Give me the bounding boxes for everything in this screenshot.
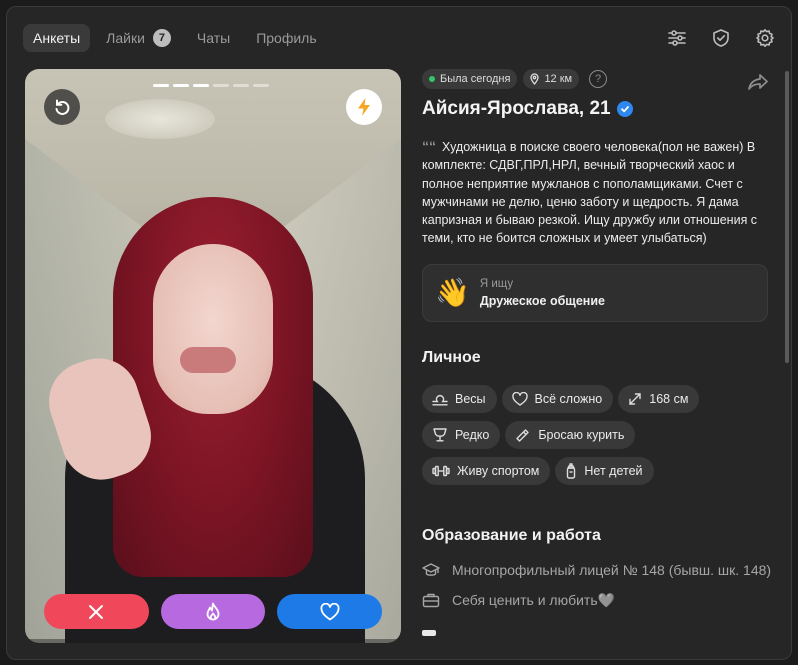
expand-arrows-icon	[629, 393, 641, 405]
next-section-title-partial	[422, 629, 436, 636]
last-seen-text: Была сегодня	[440, 73, 511, 85]
seeking-card: 👋 Я ищу Дружеское общение	[422, 263, 768, 322]
education-school: Многопрофильный лицей № 148 (бывш. шк. 1…	[422, 560, 787, 580]
online-dot-icon	[429, 76, 435, 82]
pagination-dot[interactable]	[173, 84, 189, 87]
person-face	[153, 244, 273, 414]
undo-button[interactable]	[44, 89, 80, 125]
shield-check-icon[interactable]	[709, 26, 733, 50]
pagination-dot[interactable]	[233, 84, 249, 87]
chip-smoking: Бросаю курить	[505, 420, 636, 449]
location-pin-icon	[530, 73, 540, 85]
graduation-cap-icon	[422, 563, 440, 576]
status-row: Была сегодня 12 км ?	[422, 69, 787, 89]
chip-label: Нет детей	[584, 463, 643, 478]
verified-check-icon	[616, 101, 633, 117]
tab-chats[interactable]: Чаты	[187, 24, 240, 52]
pagination-dot[interactable]	[193, 84, 209, 87]
job-text: Себя ценить и любить🩶	[452, 591, 616, 608]
tab-profile[interactable]: Профиль	[246, 24, 326, 52]
likes-count-badge: 7	[152, 29, 171, 47]
pagination-dot[interactable]	[153, 84, 169, 87]
tab-label: Лайки	[106, 30, 145, 46]
cigarette-icon	[516, 429, 530, 442]
tab-label: Анкеты	[33, 30, 81, 46]
seeking-label: Я ищу	[479, 277, 514, 290]
app-window: Анкеты Лайки 7 Чаты Профиль Была сегодня…	[6, 6, 792, 660]
quote-icon: ““	[422, 138, 436, 154]
personal-chips: Весы Всё сложно 168 см Редко Бросаю кури…	[422, 384, 768, 485]
pagination-dot[interactable]	[253, 84, 269, 87]
chip-kids: Нет детей	[555, 456, 654, 485]
boost-button[interactable]	[346, 89, 382, 125]
flame-icon	[206, 602, 220, 620]
tab-profiles[interactable]: Анкеты	[23, 24, 91, 52]
tab-label: Чаты	[196, 30, 231, 46]
tab-likes[interactable]: Лайки 7	[96, 24, 181, 52]
scrollbar[interactable]	[785, 71, 789, 363]
help-icon[interactable]: ?	[589, 70, 608, 88]
chip-label: Редко	[455, 427, 490, 442]
waving-hand-emoji: 👋	[435, 277, 470, 309]
profile-bio: ““ Художница в поиске своего человека(пол…	[422, 137, 767, 248]
baby-bottle-icon	[567, 463, 576, 479]
last-seen-badge: Была сегодня	[422, 69, 518, 89]
undo-icon	[55, 99, 70, 115]
seeking-text-block: Я ищу Дружеское общение	[480, 278, 605, 308]
name-age-text: Айсия-Ярослава, 21	[422, 98, 611, 119]
chip-label: Весы	[455, 391, 486, 406]
dumbbell-icon	[432, 465, 450, 476]
bio-text: Художница в поиске своего человека(пол н…	[422, 140, 758, 246]
top-nav: Анкеты Лайки 7 Чаты Профиль	[23, 24, 327, 52]
like-button[interactable]	[277, 594, 383, 629]
heart-outline-icon	[511, 391, 528, 406]
chip-alcohol: Редко	[422, 420, 501, 449]
settings-gear-icon[interactable]	[753, 26, 777, 50]
libra-icon	[432, 394, 448, 406]
chip-height: 168 см	[618, 384, 700, 413]
education-job: Себя ценить и любить🩶	[422, 590, 787, 610]
wine-glass-icon	[433, 428, 447, 442]
lightning-icon	[358, 98, 370, 116]
education-section-title: Образование и работа	[422, 526, 601, 544]
person-lips	[180, 347, 236, 373]
photo-pagination	[153, 84, 269, 87]
chip-label: Живу спортом	[457, 463, 540, 478]
school-text: Многопрофильный лицей № 148 (бывш. шк. 1…	[452, 561, 772, 578]
ceiling-lamp	[105, 99, 215, 139]
distance-text: 12 км	[544, 73, 573, 85]
profile-name: Айсия-Ярослава, 21	[422, 98, 787, 120]
briefcase-icon	[422, 593, 440, 607]
top-nav-actions	[665, 26, 777, 50]
profile-photo-card[interactable]	[25, 69, 401, 643]
filters-icon[interactable]	[665, 26, 689, 50]
swipe-actions	[44, 594, 383, 629]
share-icon[interactable]	[747, 73, 769, 96]
profile-info-panel: Была сегодня 12 км ? Айсия-Ярослава, 21 …	[422, 69, 787, 636]
distance-badge: 12 км	[523, 69, 580, 89]
chip-label: Бросаю курить	[538, 427, 625, 442]
chip-label: Всё сложно	[534, 391, 603, 406]
chip-label: 168 см	[649, 391, 689, 406]
chip-relationship: Всё сложно	[501, 384, 614, 413]
close-x-icon	[89, 604, 104, 619]
dislike-button[interactable]	[44, 594, 149, 629]
heart-icon	[320, 602, 340, 620]
chip-zodiac: Весы	[422, 384, 497, 413]
personal-section-title: Личное	[422, 348, 481, 366]
superlike-button[interactable]	[160, 594, 266, 629]
chip-sport: Живу спортом	[422, 456, 551, 485]
pagination-dot[interactable]	[213, 84, 229, 87]
seeking-value: Дружеское общение	[479, 293, 605, 308]
tab-label: Профиль	[256, 30, 317, 46]
